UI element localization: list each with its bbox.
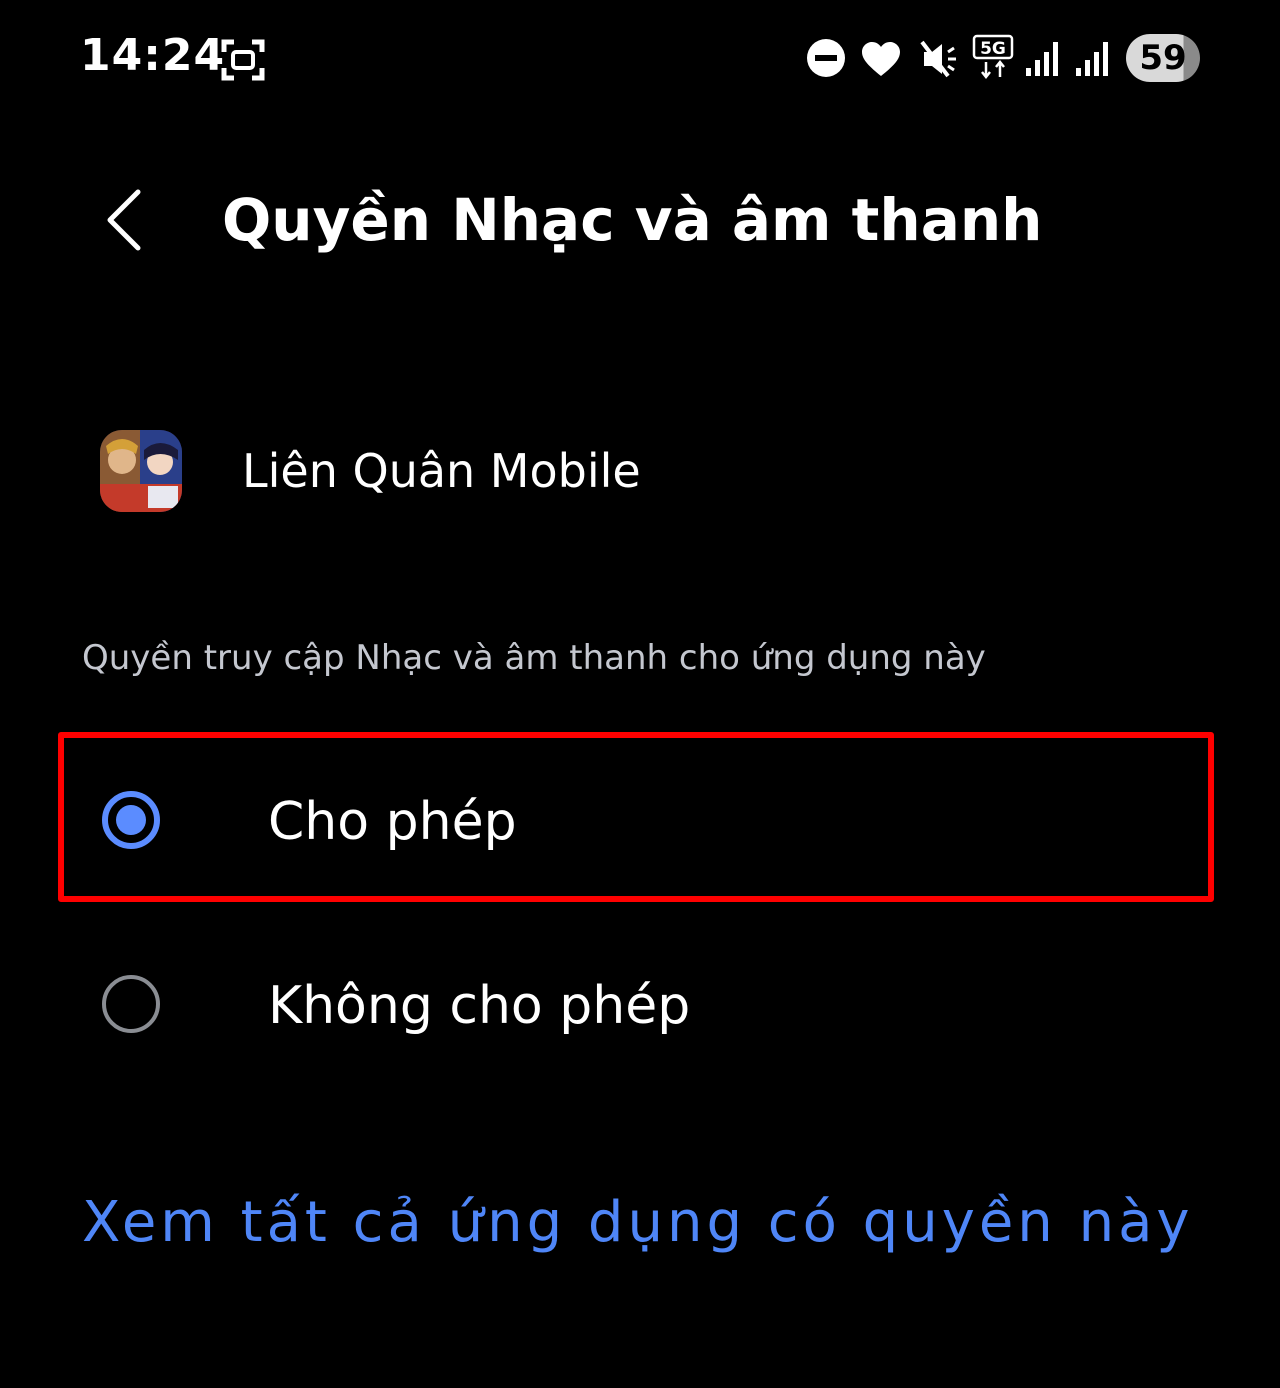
chevron-left-icon	[107, 189, 141, 251]
signal-icon	[1026, 42, 1058, 76]
5g-data-icon: 5G	[972, 34, 1014, 80]
option-label: Không cho phép	[268, 976, 691, 1036]
radio-button-checked[interactable]	[102, 791, 160, 849]
view-all-apps-link[interactable]: Xem tất cả ứng dụng có quyền này	[82, 1190, 1194, 1255]
option-deny[interactable]: Không cho phép	[70, 942, 1200, 1072]
app-icon	[100, 430, 182, 512]
app-name: Liên Quân Mobile	[242, 444, 641, 498]
section-label: Quyền truy cập Nhạc và âm thanh cho ứng …	[82, 638, 986, 678]
do-not-disturb-icon	[807, 39, 845, 77]
signal-icon	[1076, 42, 1108, 76]
battery-icon: 59	[1126, 34, 1200, 82]
option-allow[interactable]: Cho phép	[70, 758, 1200, 888]
app-row: Liên Quân Mobile	[100, 430, 1200, 514]
status-time: 14:24	[80, 30, 226, 81]
page-title: Quyền Nhạc và âm thanh	[222, 186, 1043, 254]
screenshot-icon	[221, 39, 265, 81]
mute-icon	[920, 40, 956, 78]
back-button[interactable]	[96, 180, 156, 260]
battery-level: 59	[1139, 38, 1187, 78]
status-bar: 14:24 5G 59	[0, 0, 1280, 120]
heart-icon	[862, 42, 900, 76]
radio-button-unchecked[interactable]	[102, 975, 160, 1033]
5g-label: 5G	[980, 39, 1006, 59]
option-label: Cho phép	[268, 792, 517, 852]
